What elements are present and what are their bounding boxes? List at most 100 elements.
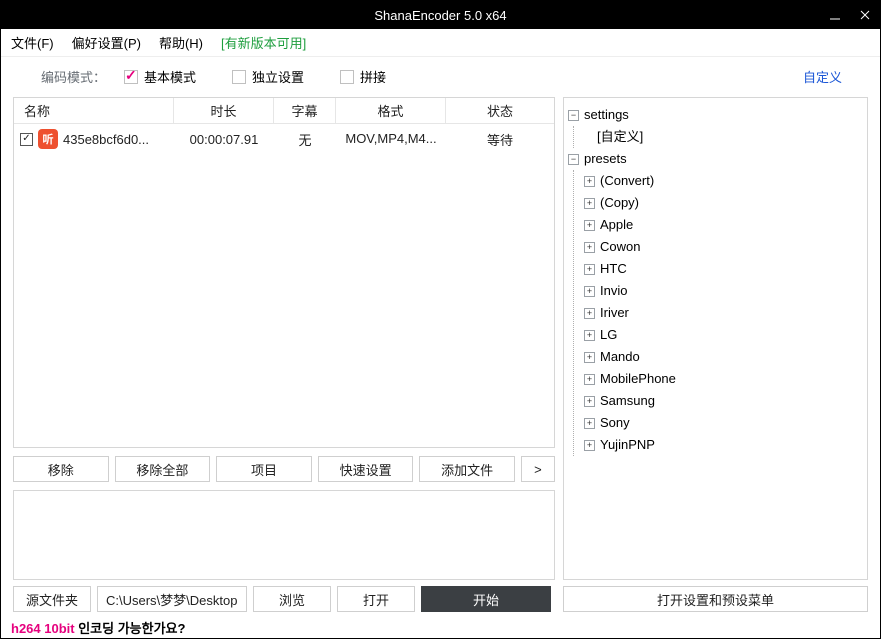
expand-icon[interactable]: +	[584, 176, 595, 187]
menu-preferences[interactable]: 偏好设置(P)	[72, 33, 141, 52]
remove-all-button[interactable]: 移除全部	[115, 456, 211, 482]
file-format: MOV,MP4,M4...	[336, 122, 446, 156]
project-button[interactable]: 项目	[216, 456, 312, 482]
tree-label: presets	[584, 148, 627, 170]
close-button[interactable]	[850, 1, 880, 29]
tree-node[interactable]: +(Copy)	[584, 192, 863, 214]
expand-icon[interactable]: +	[584, 220, 595, 231]
expand-icon[interactable]: +	[584, 264, 595, 275]
expand-icon[interactable]: +	[584, 440, 595, 451]
expand-icon[interactable]: +	[584, 418, 595, 429]
status-bold: h264 10bit	[11, 621, 75, 636]
checkbox-icon	[124, 70, 138, 84]
remove-button[interactable]: 移除	[13, 456, 109, 482]
tree-label: HTC	[600, 258, 627, 280]
checkbox-icon	[232, 70, 246, 84]
file-table: 名称 时长 字幕 格式 状态 ✓ 听 435e8bcf6d0... 00:00:…	[13, 97, 555, 448]
tree-node[interactable]: + LG	[584, 324, 863, 346]
window-controls	[820, 1, 880, 29]
tree-node[interactable]: + Cowon	[584, 236, 863, 258]
expand-icon[interactable]: +	[584, 242, 595, 253]
tree-node[interactable]: + (Convert)	[584, 170, 863, 192]
file-buttons: 移除 移除全部 项目 快速设置 添加文件 >	[13, 456, 555, 482]
table-body: ✓ 听 435e8bcf6d0... 00:00:07.91 无 MOV,MP4…	[14, 124, 554, 447]
file-name: 435e8bcf6d0...	[63, 132, 149, 147]
tree-node-presets[interactable]: − presets	[568, 148, 863, 170]
tree-label: Samsung	[600, 390, 655, 412]
left-column: 名称 时长 字幕 格式 状态 ✓ 听 435e8bcf6d0... 00:00:…	[13, 97, 555, 580]
tree-label: Cowon	[600, 236, 640, 258]
tree-node[interactable]: + Sony	[584, 412, 863, 434]
minimize-button[interactable]	[820, 1, 850, 29]
quick-settings-button[interactable]: 快速设置	[318, 456, 414, 482]
tree-node[interactable]: + HTC	[584, 258, 863, 280]
tree-node[interactable]: + Samsung	[584, 390, 863, 412]
start-button[interactable]: 开始	[421, 586, 551, 612]
bottom-right: 打开设置和预设菜单	[563, 586, 868, 612]
col-status[interactable]: 状态	[446, 98, 554, 123]
bottom-bar: 源文件夹 C:\Users\梦梦\Desktop 浏览 打开 开始 打开设置和预…	[1, 586, 880, 616]
col-duration[interactable]: 时长	[174, 98, 274, 123]
col-format[interactable]: 格式	[336, 98, 446, 123]
expand-icon[interactable]: +	[584, 374, 595, 385]
tree-label: settings	[584, 104, 629, 126]
status-bar: h264 10bit 인코딩 가능한가요?	[1, 616, 880, 638]
tree-node[interactable]: +YujinPNP	[584, 434, 863, 456]
collapse-icon[interactable]: −	[568, 110, 579, 121]
add-file-button[interactable]: 添加文件	[419, 456, 515, 482]
collapse-icon[interactable]: −	[568, 154, 579, 165]
mode-basic[interactable]: 基本模式	[124, 67, 196, 86]
tree-label: Iriver	[600, 302, 629, 324]
source-folder-button[interactable]: 源文件夹	[13, 586, 91, 612]
tree-node[interactable]: +Mando	[584, 346, 863, 368]
menu-help[interactable]: 帮助(H)	[159, 33, 203, 52]
status-rest: 인코딩 가능한가요?	[75, 621, 186, 636]
open-settings-button[interactable]: 打开设置和预设菜单	[563, 586, 868, 612]
path-field[interactable]: C:\Users\梦梦\Desktop	[97, 586, 247, 612]
main: 名称 时长 字幕 格式 状态 ✓ 听 435e8bcf6d0... 00:00:…	[1, 97, 880, 586]
expand-icon[interactable]: +	[584, 286, 595, 297]
bottom-left: 源文件夹 C:\Users\梦梦\Desktop 浏览 打开 开始	[13, 586, 555, 612]
mode-bar: 编码模式： 基本模式 独立设置 拼接 自定义	[1, 57, 880, 97]
tree-node[interactable]: + Apple	[584, 214, 863, 236]
tree-label: (Convert)	[600, 170, 654, 192]
tree-node-settings[interactable]: − settings	[568, 104, 863, 126]
mode-stitch[interactable]: 拼接	[340, 67, 386, 86]
menu-file[interactable]: 文件(F)	[11, 33, 54, 52]
file-icon: 听	[38, 129, 58, 149]
log-pane	[13, 490, 555, 580]
tree-node[interactable]: +Invio	[584, 280, 863, 302]
preset-tree: − settings [自定义] − pr	[563, 97, 868, 580]
expand-icon[interactable]: +	[584, 308, 595, 319]
tree-label: [自定义]	[597, 126, 643, 148]
row-checkbox[interactable]: ✓	[20, 133, 33, 146]
mode-label: 编码模式：	[41, 67, 106, 86]
titlebar: ShanaEncoder 5.0 x64	[1, 1, 880, 29]
col-subtitle[interactable]: 字幕	[274, 98, 336, 123]
expand-icon[interactable]: +	[584, 330, 595, 341]
open-button[interactable]: 打开	[337, 586, 415, 612]
tree-label: Apple	[600, 214, 633, 236]
expand-icon[interactable]: +	[584, 198, 595, 209]
update-notice[interactable]: [有新版本可用]	[221, 33, 306, 52]
checkbox-icon	[340, 70, 354, 84]
file-status: 等待	[446, 128, 554, 151]
browse-button[interactable]: 浏览	[253, 586, 331, 612]
mode-independent[interactable]: 独立设置	[232, 67, 304, 86]
tree-node[interactable]: + Iriver	[584, 302, 863, 324]
right-column: − settings [自定义] − pr	[563, 97, 868, 580]
tree-node[interactable]: +MobilePhone	[584, 368, 863, 390]
table-row[interactable]: ✓ 听 435e8bcf6d0... 00:00:07.91 无 MOV,MP4…	[14, 124, 554, 154]
tree-label: Sony	[600, 412, 630, 434]
mode-basic-label: 基本模式	[144, 67, 196, 86]
tree-node-custom[interactable]: [自定义]	[584, 126, 863, 148]
expand-icon[interactable]: +	[584, 396, 595, 407]
custom-link[interactable]: 自定义	[803, 67, 842, 86]
expand-icon[interactable]: +	[584, 352, 595, 363]
file-duration: 00:00:07.91	[174, 130, 274, 149]
tree-label: LG	[600, 324, 617, 346]
more-button[interactable]: >	[521, 456, 555, 482]
col-name[interactable]: 名称	[14, 98, 174, 123]
table-header: 名称 时长 字幕 格式 状态	[14, 98, 554, 124]
menubar: 文件(F) 偏好设置(P) 帮助(H) [有新版本可用]	[1, 29, 880, 57]
